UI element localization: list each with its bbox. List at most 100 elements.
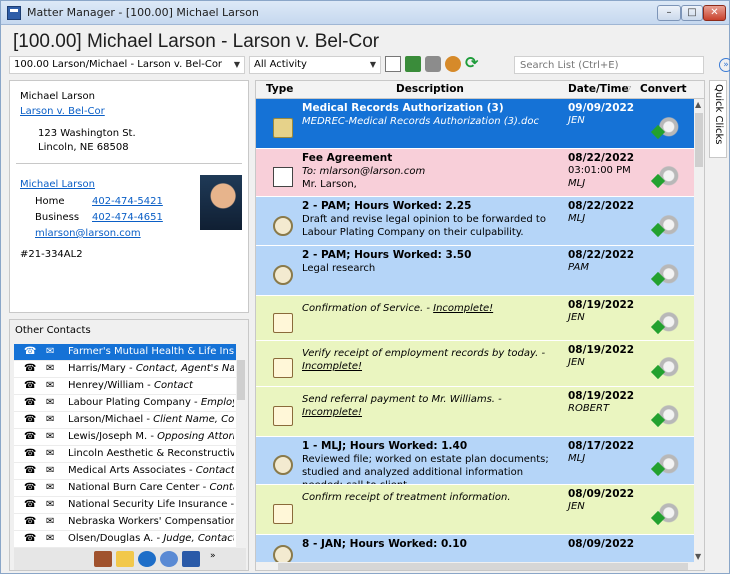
new-document-icon[interactable] xyxy=(385,56,401,72)
contact-list-item[interactable]: ☎ ✉ National Burn Care Center - Conta xyxy=(14,480,236,497)
contact-name: Henrey/William - Contact xyxy=(68,380,234,391)
matter-select[interactable]: 100.00 Larson/Michael - Larson v. Bel-Co… xyxy=(9,56,245,74)
column-type[interactable]: Type xyxy=(266,83,293,95)
integration-icon[interactable] xyxy=(445,56,461,72)
phone-icon[interactable]: ☎ xyxy=(24,516,36,527)
email-icon[interactable]: ✉ xyxy=(46,448,54,459)
email-icon[interactable]: ✉ xyxy=(46,482,54,493)
convert-icon[interactable] xyxy=(658,453,682,477)
quick-clicks-tab[interactable]: Quick Clicks xyxy=(709,80,727,158)
email-icon[interactable]: ✉ xyxy=(46,380,54,391)
phone-icon[interactable]: ☎ xyxy=(24,431,36,442)
grid-vertical-scrollbar[interactable]: ▲ ▼ xyxy=(694,99,704,562)
incomplete-link[interactable]: Incomplete! xyxy=(433,303,493,314)
activity-row[interactable]: 1 - MLJ; Hours Worked: 1.40 Reviewed file… xyxy=(256,437,694,485)
maximize-button[interactable]: □ xyxy=(681,5,703,21)
scroll-up-icon[interactable]: ▲ xyxy=(695,100,701,109)
activity-row[interactable]: Confirmation of Service. - Incomplete! 08… xyxy=(256,296,694,341)
scrollbar-thumb[interactable] xyxy=(695,113,703,167)
contacts-scrollbar[interactable] xyxy=(236,344,246,544)
convert-icon[interactable] xyxy=(658,311,682,335)
email-icon[interactable]: ✉ xyxy=(46,414,54,425)
contact-list-item[interactable]: ☎ ✉ National Security Life Insurance - E xyxy=(14,497,236,514)
calendar-icon[interactable] xyxy=(94,551,112,567)
phone-icon[interactable]: ☎ xyxy=(24,363,36,374)
activity-description: Send referral payment to Mr. Williams. -… xyxy=(302,393,564,419)
business-phone-link[interactable]: 402-474-4651 xyxy=(92,212,163,223)
activity-filter-select[interactable]: All Activity ▼ xyxy=(249,56,381,74)
activity-row[interactable]: Fee Agreement To: mlarson@larson.com Mr. L… xyxy=(256,149,694,197)
minimize-button[interactable]: – xyxy=(657,5,681,21)
convert-icon[interactable] xyxy=(658,116,682,140)
email-icon[interactable]: ✉ xyxy=(46,346,54,357)
contact-list-item[interactable]: ☎ ✉ Medical Arts Associates - Contact, xyxy=(14,463,236,480)
convert-icon[interactable] xyxy=(658,214,682,238)
convert-icon[interactable] xyxy=(658,502,682,526)
phone-icon[interactable]: ☎ xyxy=(24,533,36,544)
contact-list-item[interactable]: ☎ ✉ Lincoln Aesthetic & Reconstructive xyxy=(14,446,236,463)
phone-icon[interactable]: ☎ xyxy=(24,482,36,493)
convert-icon[interactable] xyxy=(658,165,682,189)
scrollbar-thumb[interactable] xyxy=(278,563,688,570)
close-button[interactable]: ✕ xyxy=(703,5,726,21)
activity-row[interactable]: Medical Records Authorization (3) MEDREC-… xyxy=(256,99,694,149)
email-icon[interactable]: ✉ xyxy=(46,533,54,544)
documents-icon[interactable] xyxy=(182,551,200,567)
scroll-down-icon[interactable]: ▼ xyxy=(695,552,701,561)
contact-list-item[interactable]: ☎ ✉ Larson/Michael - Client Name, Con xyxy=(14,412,236,429)
case-link[interactable]: Larson v. Bel-Cor xyxy=(20,106,105,117)
phone-icon[interactable]: ☎ xyxy=(24,414,36,425)
incomplete-link[interactable]: Incomplete! xyxy=(302,361,362,372)
convert-icon[interactable] xyxy=(658,356,682,380)
activity-row[interactable]: 2 - PAM; Hours Worked: 2.25 Draft and rev… xyxy=(256,197,694,246)
phone-icon[interactable]: ☎ xyxy=(24,499,36,510)
contacts-icon[interactable] xyxy=(160,551,178,567)
more-icon[interactable]: » xyxy=(210,551,228,567)
activity-row[interactable]: Verify receipt of employment records by … xyxy=(256,341,694,387)
grid-horizontal-scrollbar[interactable] xyxy=(256,562,704,570)
contact-list-item[interactable]: ☎ ✉ Olsen/Douglas A. - Judge, Contact xyxy=(14,531,236,548)
convert-icon[interactable] xyxy=(658,404,682,428)
convert-icon[interactable] xyxy=(658,263,682,287)
contact-list-item[interactable]: ☎ ✉ Nebraska Workers' Compensation xyxy=(14,514,236,531)
scrollbar-thumb[interactable] xyxy=(237,360,245,400)
phone-call-icon[interactable] xyxy=(425,56,441,72)
phone-icon[interactable]: ☎ xyxy=(24,397,36,408)
email-icon[interactable]: ✉ xyxy=(46,465,54,476)
matter-select-value: 100.00 Larson/Michael - Larson v. Bel-Co… xyxy=(14,59,223,70)
activity-row[interactable]: 8 - JAN; Hours Worked: 0.10 08/09/2022 xyxy=(256,535,694,563)
activity-row[interactable]: Send referral payment to Mr. Williams. -… xyxy=(256,387,694,437)
column-convert[interactable]: Convert xyxy=(640,83,687,95)
time-icon[interactable] xyxy=(138,551,156,567)
note-icon[interactable] xyxy=(405,56,421,72)
search-input[interactable] xyxy=(514,56,704,74)
expand-icon[interactable]: » xyxy=(719,58,730,72)
contact-list-item[interactable]: ☎ ✉ Henrey/William - Contact xyxy=(14,378,236,395)
contact-list-item[interactable]: ☎ ✉ Lewis/Joseph M. - Opposing Attorr xyxy=(14,429,236,446)
email-icon[interactable]: ✉ xyxy=(46,499,54,510)
column-datetime[interactable]: Date/Time xyxy=(568,83,629,95)
email-link[interactable]: mlarson@larson.com xyxy=(35,228,141,239)
phone-icon[interactable]: ☎ xyxy=(24,346,36,357)
email-icon[interactable]: ✉ xyxy=(46,516,54,527)
refresh-icon[interactable] xyxy=(465,53,481,72)
contact-list-item[interactable]: ☎ ✉ Farmer's Mutual Health & Life Ins xyxy=(14,344,236,361)
incomplete-link[interactable]: Incomplete! xyxy=(302,407,362,418)
stopwatch-icon xyxy=(273,216,293,236)
envelope-icon xyxy=(273,167,293,187)
notes-icon[interactable] xyxy=(116,551,134,567)
contact-list-item[interactable]: ☎ ✉ Labour Plating Company - Employe xyxy=(14,395,236,412)
contact-name-link[interactable]: Michael Larson xyxy=(20,179,95,190)
column-description[interactable]: Description xyxy=(396,83,464,95)
phone-icon[interactable]: ☎ xyxy=(24,448,36,459)
activity-row[interactable]: Confirm receipt of treatment information… xyxy=(256,485,694,535)
contact-name: Medical Arts Associates - Contact, xyxy=(68,465,234,476)
home-phone-link[interactable]: 402-474-5421 xyxy=(92,196,163,207)
email-icon[interactable]: ✉ xyxy=(46,431,54,442)
phone-icon[interactable]: ☎ xyxy=(24,380,36,391)
email-icon[interactable]: ✉ xyxy=(46,363,54,374)
email-icon[interactable]: ✉ xyxy=(46,397,54,408)
phone-icon[interactable]: ☎ xyxy=(24,465,36,476)
activity-row[interactable]: 2 - PAM; Hours Worked: 3.50 Legal researc… xyxy=(256,246,694,296)
contact-list-item[interactable]: ☎ ✉ Harris/Mary - Contact, Agent's Nar xyxy=(14,361,236,378)
